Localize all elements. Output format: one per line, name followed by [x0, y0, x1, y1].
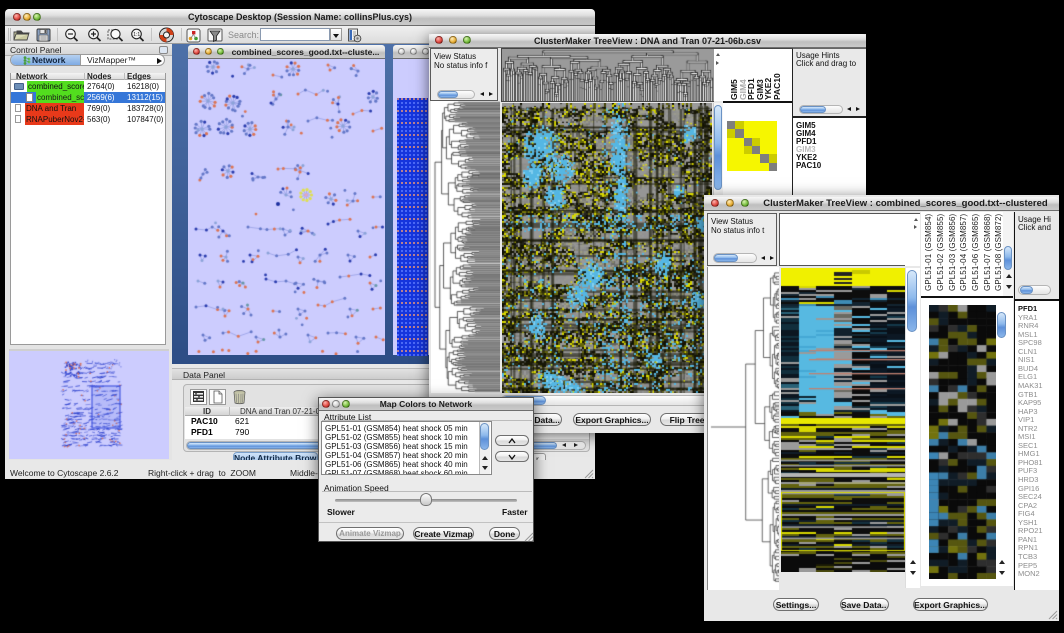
svg-text:1:1: 1:1	[133, 32, 140, 38]
